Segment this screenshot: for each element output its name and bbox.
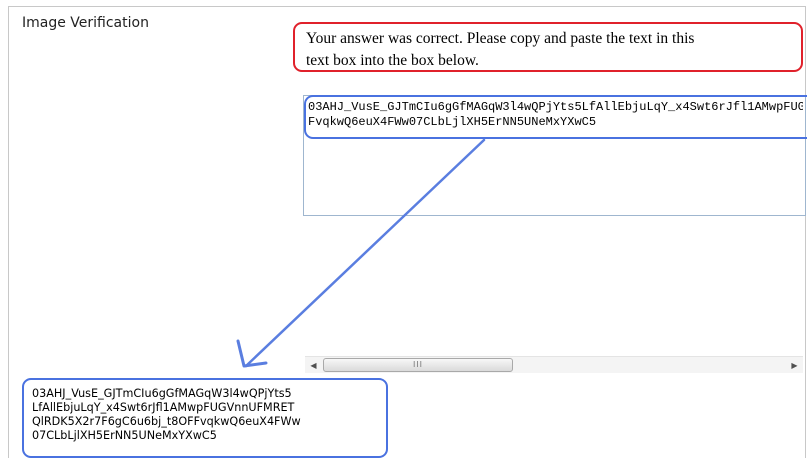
- callout-line-1: Your answer was correct. Please copy and…: [306, 30, 695, 47]
- code-line-2: FvqkwQ6euX4FWw07CLbLjlXH5ErNN5UNeMxYXwC5: [308, 115, 597, 129]
- verification-code-text[interactable]: 03AHJ_VusE_GJTmCIu6gGfMAGqW3l4wQPjYts5Lf…: [308, 100, 803, 134]
- scroll-right-icon[interactable]: ▶: [786, 357, 803, 373]
- scroll-grip-icon: III: [412, 360, 424, 369]
- code-line-1: 03AHJ_VusE_GJTmCIu6gGfMAGqW3l4wQPjYts5Lf…: [308, 100, 803, 114]
- instruction-callout: Your answer was correct. Please copy and…: [293, 22, 803, 72]
- horizontal-scrollbar[interactable]: ◀ III ▶: [305, 356, 803, 373]
- answer-line-4: 07CLbLjlXH5ErNN5UNeMxYXwC5: [32, 429, 217, 442]
- answer-input[interactable]: 03AHJ_VusE_GJTmCIu6gGfMAGqW3l4wQPjYts5 L…: [22, 378, 388, 458]
- answer-line-1: 03AHJ_VusE_GJTmCIu6gGfMAGqW3l4wQPjYts5: [32, 387, 292, 400]
- answer-line-3: QlRDK5X2r7F6gC6u6bj_t8OFFvqkwQ6euX4FWw: [32, 415, 301, 428]
- scroll-thumb[interactable]: III: [323, 358, 513, 372]
- scroll-left-icon[interactable]: ◀: [305, 357, 322, 373]
- callout-line-2: text box into the box below.: [306, 52, 479, 69]
- image-verification-label: Image Verification: [22, 15, 149, 31]
- answer-line-2: LfAllEbjuLqY_x4Swt6rJfl1AMwpFUGVnnUFMRET: [32, 401, 295, 414]
